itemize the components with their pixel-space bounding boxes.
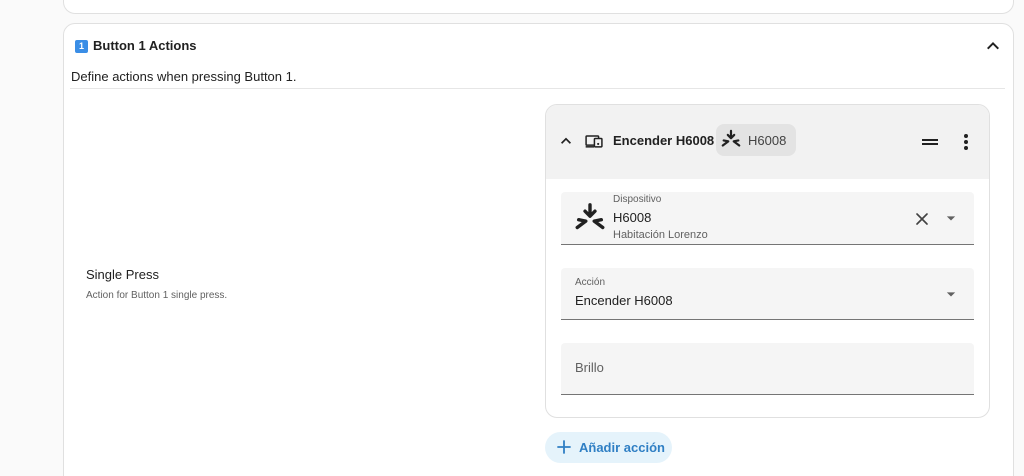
plus-icon — [557, 440, 571, 454]
collapse-section-button[interactable] — [981, 34, 1005, 58]
device-field-area: Habitación Lorenzo — [613, 229, 708, 241]
action-card: Encender H6008 H6008 Dispositivo H6008 H… — [545, 104, 990, 418]
single-press-help: Action for Button 1 single press. — [86, 290, 228, 301]
action-select[interactable]: Acción Encender H6008 — [561, 268, 974, 320]
govee-device-icon — [721, 129, 741, 147]
chevron-up-icon[interactable] — [556, 131, 576, 151]
action-title: Encender H6008 — [613, 133, 715, 148]
chevron-up-icon — [987, 42, 999, 50]
button-1-actions-section: 1 Button 1 Actions Define actions when p… — [63, 23, 1014, 476]
action-field-label: Acción — [575, 277, 606, 288]
brightness-placeholder: Brillo — [575, 360, 604, 375]
device-field-value: H6008 — [613, 210, 652, 225]
brightness-input[interactable]: Brillo — [561, 343, 974, 395]
drag-handle-icon[interactable] — [918, 130, 942, 154]
section-divider — [70, 88, 1005, 89]
add-action-button[interactable]: Añadir acción — [545, 432, 672, 463]
single-press-label: Single Press — [86, 267, 159, 282]
section-description: Define actions when pressing Button 1. — [71, 69, 297, 84]
action-field-value: Encender H6008 — [575, 293, 673, 308]
device-chip-label: H6008 — [748, 133, 787, 148]
left-rail — [0, 0, 52, 476]
action-card-header[interactable]: Encender H6008 H6008 — [546, 105, 989, 179]
device-field-label: Dispositivo — [613, 194, 662, 205]
section-title: Button 1 Actions — [93, 38, 197, 53]
govee-device-icon — [575, 203, 605, 230]
menu-down-icon[interactable] — [941, 208, 961, 228]
menu-down-icon[interactable] — [941, 284, 961, 304]
device-select[interactable]: Dispositivo H6008 Habitación Lorenzo — [561, 192, 974, 245]
add-action-label: Añadir acción — [579, 440, 665, 455]
section-number-badge: 1 — [75, 40, 88, 53]
device-chip[interactable]: H6008 — [716, 124, 796, 156]
dots-vertical-icon[interactable] — [954, 130, 978, 154]
close-icon[interactable] — [912, 209, 932, 229]
previous-section-card — [63, 0, 1014, 14]
section-header[interactable]: 1 Button 1 Actions — [64, 24, 1013, 68]
devices-icon — [585, 135, 603, 148]
